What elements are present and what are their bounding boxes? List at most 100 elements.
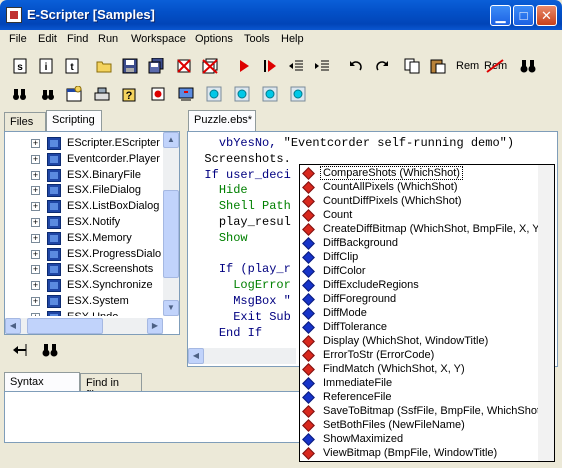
expand-icon[interactable]: + [31, 139, 40, 148]
menu-file[interactable]: File [9, 33, 27, 45]
tree-vertical-scrollbar[interactable]: ▲ ▼ [163, 132, 179, 316]
scroll-left-icon[interactable]: ◀ [5, 318, 21, 334]
close-all-button[interactable] [200, 56, 220, 76]
script-t-button[interactable]: t [62, 56, 82, 76]
tree-item[interactable]: + ESX.Memory [31, 231, 161, 247]
maximize-button[interactable]: □ [513, 5, 534, 26]
autocomplete-item-label: DiffTolerance [323, 321, 387, 333]
expand-icon[interactable]: + [31, 170, 40, 180]
properties-button[interactable] [64, 84, 84, 104]
tree-vscroll-thumb[interactable] [163, 190, 179, 278]
tree-item[interactable]: + Eventcorder.Player [31, 152, 161, 168]
close-file-button[interactable] [174, 56, 194, 76]
scroll-up-icon[interactable]: ▲ [163, 132, 179, 148]
tree-item[interactable]: + ESX.ListBoxDialog [31, 199, 161, 215]
tree-item[interactable]: + ESX.ProgressDialog [31, 247, 161, 263]
menu-edit[interactable]: Edit [38, 33, 57, 45]
editor-horizontal-scrollbar[interactable]: ◀ [188, 348, 296, 364]
menu-find[interactable]: Find [67, 33, 88, 45]
indent-icon [315, 60, 329, 71]
record-button[interactable] [148, 84, 168, 104]
menu-help[interactable]: Help [281, 33, 304, 45]
tree-item[interactable]: + ESX.BinaryFile [31, 168, 161, 184]
save-button[interactable] [120, 56, 140, 76]
tree-hscroll-thumb[interactable] [27, 318, 103, 334]
tree-item[interactable]: + ESX.Screenshots [31, 262, 161, 278]
find-next-button[interactable] [38, 84, 58, 104]
scroll-left-icon[interactable]: ◀ [188, 348, 204, 364]
svg-text:i: i [45, 62, 48, 73]
tree-item-label: ESX.FileDialog [67, 184, 141, 197]
action-1-button[interactable] [204, 84, 224, 104]
expand-icon[interactable]: + [31, 218, 40, 227]
expand-icon[interactable]: + [31, 233, 40, 243]
help-button[interactable]: ? [120, 84, 140, 104]
autocomplete-item-label: DiffExcludeRegions [323, 279, 419, 291]
expand-icon[interactable]: + [31, 249, 40, 259]
menu-options[interactable]: Options [195, 33, 233, 45]
autocomplete-popup[interactable]: CompareShots (WhichShot) CountAllPixels (… [299, 164, 555, 462]
expand-icon[interactable]: + [31, 186, 40, 196]
object-search-button[interactable] [40, 340, 60, 360]
title-bar[interactable]: E-Scripter [Samples] ▁ □ ✕ [0, 0, 562, 30]
tab-find-in-files[interactable]: Find in files [80, 373, 142, 401]
insert-member-button[interactable] [10, 340, 30, 360]
find-button[interactable] [518, 56, 538, 76]
tab-files[interactable]: Files [4, 112, 46, 132]
tree-item[interactable]: + ESX.Undo [31, 310, 161, 316]
document-i-icon: i [39, 58, 53, 74]
expand-icon[interactable]: + [31, 297, 40, 306]
open-button[interactable] [94, 56, 114, 76]
expand-icon[interactable]: + [31, 154, 40, 164]
undo-button[interactable] [346, 56, 366, 76]
expand-icon[interactable]: + [31, 265, 40, 275]
save-all-button[interactable] [146, 56, 166, 76]
tree-item[interactable]: + ESX.System [31, 294, 161, 310]
play-icon [240, 60, 249, 72]
tree-item[interactable]: + ESX.FileDialog [31, 183, 161, 199]
autocomplete-scrollbar[interactable] [538, 165, 554, 461]
close-button[interactable]: ✕ [536, 5, 557, 26]
minimize-button[interactable]: ▁ [490, 5, 511, 26]
tree-item[interactable]: + ESX.Synchronize [31, 278, 161, 294]
step-button[interactable] [260, 56, 280, 76]
autocomplete-item[interactable]: ViewBitmap (BmpFile, WindowTitle) [301, 446, 537, 462]
expand-icon[interactable]: + [31, 202, 40, 212]
scroll-down-icon[interactable]: ▼ [163, 300, 179, 316]
method-icon [302, 405, 315, 418]
script-i-button[interactable]: i [36, 56, 56, 76]
tab-editor-file[interactable]: Puzzle.ebs* [188, 110, 256, 132]
autocomplete-item-label: CountDiffPixels (WhichShot) [323, 195, 462, 207]
maximize-icon: □ [519, 8, 528, 23]
menu-workspace[interactable]: Workspace [131, 33, 186, 45]
expand-icon[interactable]: + [31, 312, 40, 316]
document-s-icon: s [13, 58, 27, 74]
uncomment-button[interactable]: Rem [482, 56, 510, 76]
tree-item[interactable]: + ESX.Notify [31, 215, 161, 231]
code-line: Shell Path [190, 199, 291, 213]
action-4-button[interactable] [288, 84, 308, 104]
menu-tools[interactable]: Tools [244, 33, 270, 45]
paste-button[interactable] [428, 56, 448, 76]
menu-run[interactable]: Run [98, 33, 118, 45]
copy-button[interactable] [402, 56, 422, 76]
redo-button[interactable] [372, 56, 392, 76]
script-s-button[interactable]: s [10, 56, 30, 76]
outdent-button[interactable] [286, 56, 306, 76]
screenshot-button[interactable] [176, 84, 196, 104]
scroll-right-icon[interactable]: ▶ [147, 318, 163, 334]
options-button[interactable] [92, 84, 112, 104]
action-2-button[interactable] [232, 84, 252, 104]
floppy-disk-icon [122, 58, 138, 74]
find-replace-button[interactable] [10, 84, 30, 104]
tab-scripting[interactable]: Scripting [46, 110, 102, 132]
method-icon [302, 447, 315, 460]
comment-button[interactable]: Rem [456, 60, 479, 72]
expand-icon[interactable]: + [31, 281, 40, 291]
tree-horizontal-scrollbar[interactable]: ◀ ▶ [5, 318, 163, 334]
tree-item[interactable]: + EScripter.EScripter [31, 136, 161, 152]
tab-syntax-errors[interactable]: Syntax errors [4, 372, 80, 400]
run-button[interactable] [234, 56, 254, 76]
action-3-button[interactable] [260, 84, 280, 104]
indent-button[interactable] [312, 56, 332, 76]
